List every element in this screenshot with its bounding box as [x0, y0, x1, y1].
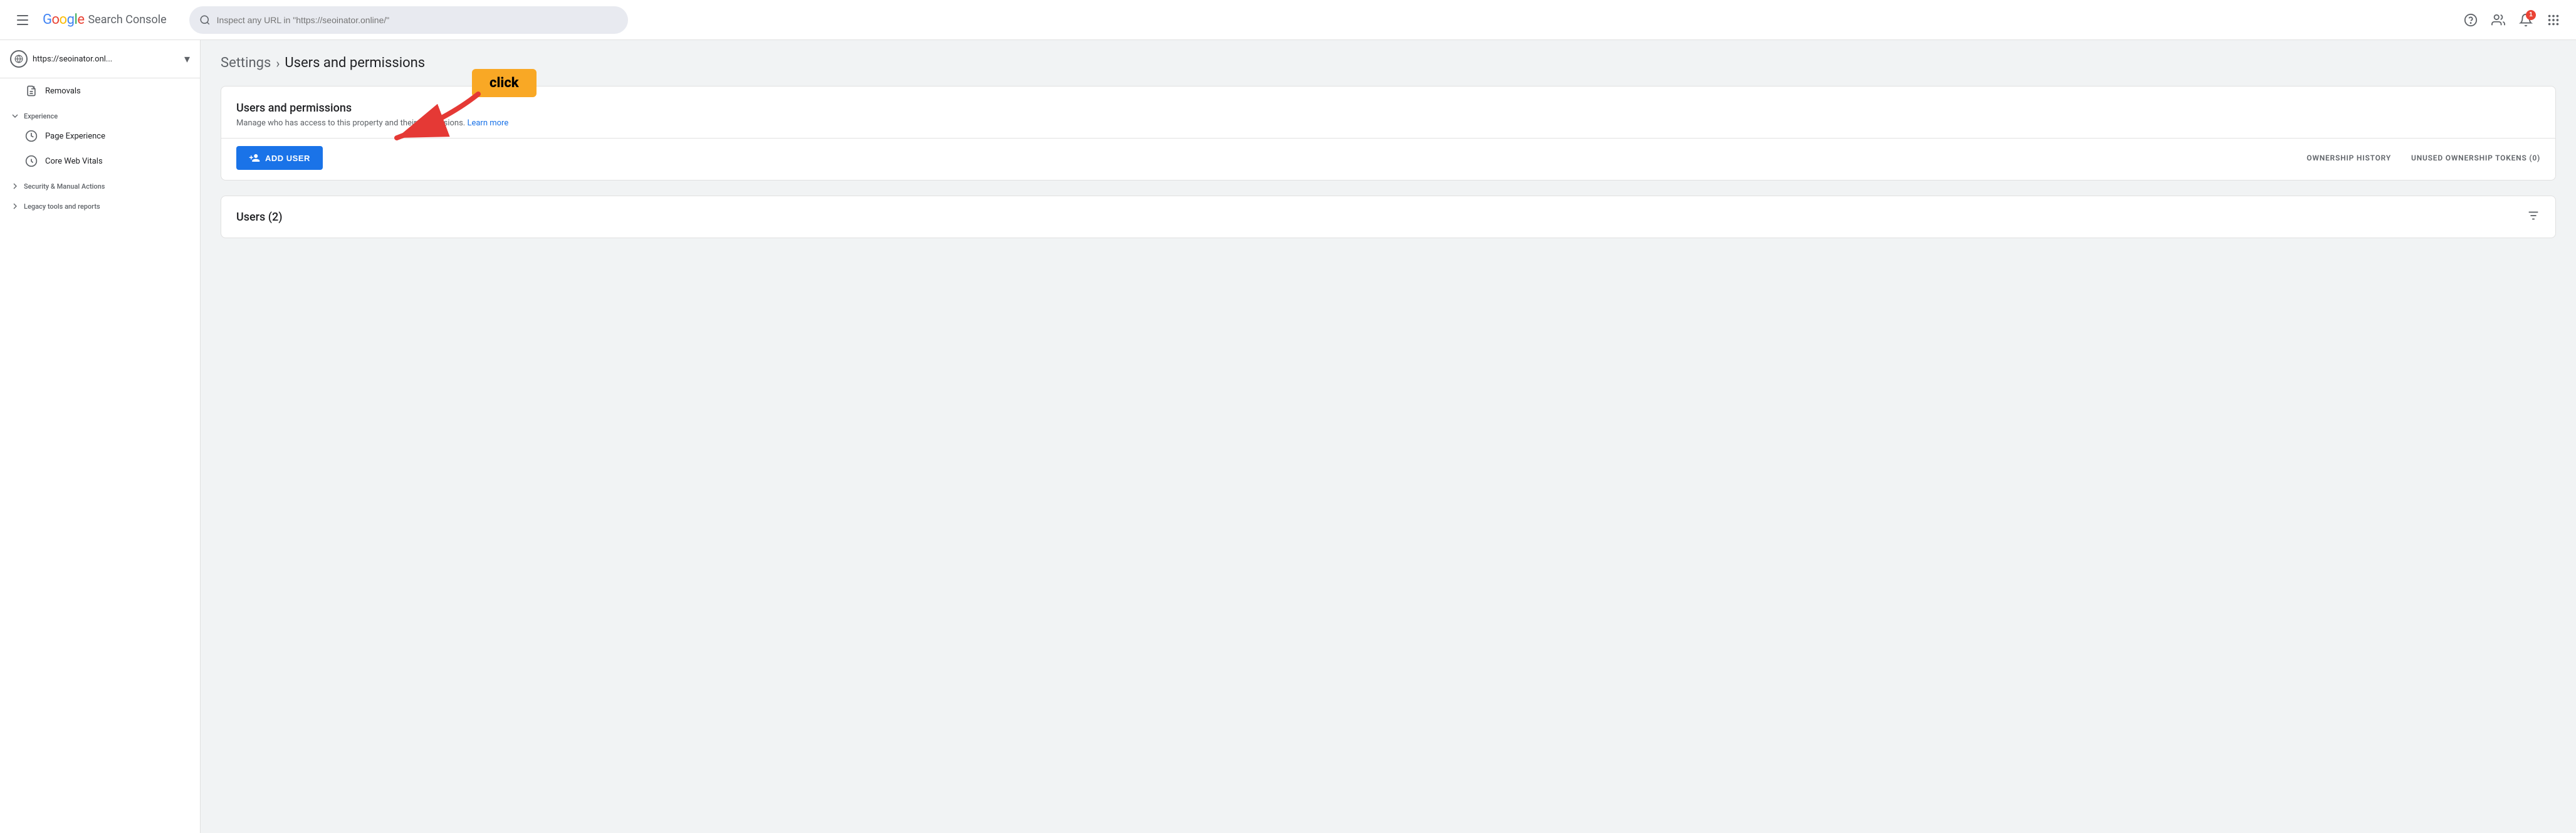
card-actions: ADD USER OWNERSHIP HISTORY UNUSED OWNERS… [221, 138, 2555, 180]
action-links: OWNERSHIP HISTORY UNUSED OWNERSHIP TOKEN… [2306, 154, 2540, 162]
page-experience-label: Page Experience [45, 132, 105, 141]
experience-section-label: Experience [24, 112, 58, 120]
google-logo: Google [43, 12, 84, 28]
property-selector[interactable]: https://seoinator.onl... ▾ [0, 40, 200, 78]
core-web-vitals-icon [25, 155, 38, 167]
sidebar-section-experience[interactable]: Experience [0, 103, 200, 123]
permissions-card: Users and permissions Manage who has acc… [221, 86, 2556, 181]
user-settings-button[interactable] [2486, 8, 2511, 33]
users-count: Users (2) [236, 211, 283, 224]
card-subtitle-text: Manage who has access to this property a… [236, 118, 467, 128]
property-dropdown-icon[interactable]: ▾ [184, 53, 190, 66]
notification-count: 1 [2526, 10, 2536, 20]
filter-button[interactable] [2526, 209, 2540, 225]
add-user-icon [249, 152, 260, 164]
security-section-label: Security & Manual Actions [24, 182, 105, 191]
removals-icon [25, 85, 38, 97]
chevron-right-icon-2 [10, 201, 20, 211]
hamburger-icon [17, 15, 28, 25]
help-button[interactable] [2458, 8, 2483, 33]
learn-more-link[interactable]: Learn more [467, 118, 508, 128]
page-experience-icon [25, 130, 38, 142]
help-icon [2464, 13, 2478, 27]
breadcrumb-current: Users and permissions [285, 55, 425, 71]
page-layout: https://seoinator.onl... ▾ Removals Expe… [0, 40, 2576, 833]
card-header: Users and permissions Manage who has acc… [221, 86, 2555, 138]
sidebar-item-removals[interactable]: Removals [0, 78, 200, 103]
breadcrumb-settings[interactable]: Settings [221, 55, 271, 71]
search-bar[interactable] [189, 6, 628, 34]
breadcrumb: Settings › Users and permissions [221, 55, 2556, 71]
sidebar: https://seoinator.onl... ▾ Removals Expe… [0, 40, 201, 833]
add-user-label: ADD USER [265, 154, 310, 163]
add-user-button[interactable]: ADD USER [236, 146, 323, 170]
users-card-header: Users (2) [221, 196, 2555, 238]
sidebar-item-page-experience[interactable]: Page Experience [0, 123, 190, 149]
sidebar-section-legacy[interactable]: Legacy tools and reports [0, 194, 200, 214]
user-settings-icon [2491, 13, 2505, 27]
card-title: Users and permissions [236, 102, 2540, 115]
chevron-right-icon [10, 181, 20, 191]
chevron-down-icon [10, 111, 20, 121]
product-name: Search Console [88, 13, 166, 26]
logo-area: Google Search Console [43, 12, 167, 28]
search-input[interactable] [217, 15, 618, 25]
hamburger-button[interactable] [10, 8, 35, 33]
sidebar-section-security[interactable]: Security & Manual Actions [0, 174, 200, 194]
notifications-button[interactable]: 1 [2513, 8, 2538, 33]
breadcrumb-separator: › [276, 56, 280, 71]
search-icon [199, 14, 211, 26]
property-icon [10, 50, 28, 68]
removals-label: Removals [45, 86, 81, 96]
sidebar-item-core-web-vitals[interactable]: Core Web Vitals [0, 149, 190, 174]
apps-grid-icon [2547, 13, 2560, 27]
users-card: Users (2) [221, 196, 2556, 238]
ownership-history-link[interactable]: OWNERSHIP HISTORY [2306, 154, 2391, 162]
main-content: Settings › Users and permissions Users a… [201, 40, 2576, 833]
card-subtitle: Manage who has access to this property a… [236, 118, 2540, 128]
nav-icons: 1 [2458, 8, 2566, 33]
core-web-vitals-label: Core Web Vitals [45, 157, 103, 166]
top-navigation: Google Search Console [0, 0, 2576, 40]
apps-button[interactable] [2541, 8, 2566, 33]
filter-icon [2526, 209, 2540, 223]
legacy-section-label: Legacy tools and reports [24, 202, 100, 211]
unused-tokens-link[interactable]: UNUSED OWNERSHIP TOKENS (0) [2411, 154, 2540, 162]
property-name: https://seoinator.onl... [33, 55, 179, 64]
